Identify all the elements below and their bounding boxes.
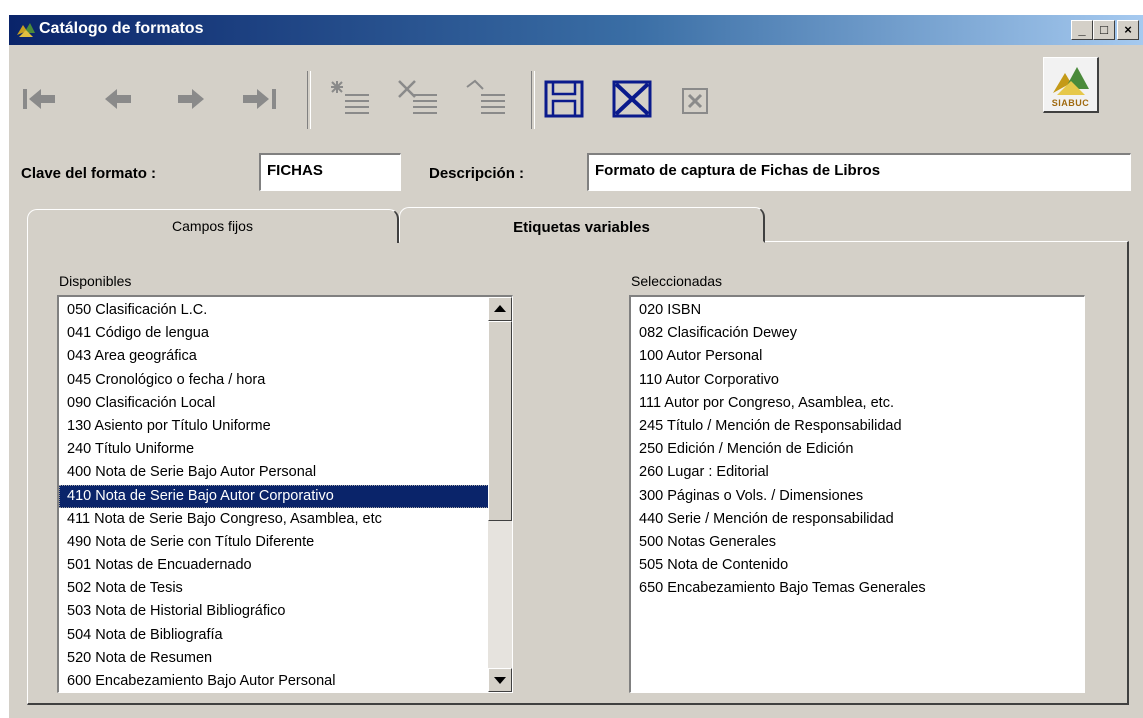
list-item[interactable]: 110 Autor Corporativo <box>631 369 1081 392</box>
list-item[interactable]: 260 Lugar : Editorial <box>631 461 1081 484</box>
logo-text: SIABUC <box>1051 98 1090 108</box>
list-item[interactable]: 490 Nota de Serie con Título Diferente <box>59 531 489 554</box>
minimize-icon: _ <box>1078 22 1086 37</box>
previous-record-icon <box>105 89 131 109</box>
minimize-button[interactable]: _ <box>1071 20 1093 40</box>
list-item[interactable]: 041 Código de lengua <box>59 322 489 345</box>
close-form-button[interactable] <box>681 87 709 115</box>
maximize-button[interactable]: □ <box>1093 20 1115 40</box>
edit-record-icon <box>466 79 505 114</box>
seleccionadas-items: 020 ISBN 082 Clasificación Dewey 100 Autor… <box>631 299 1081 600</box>
close-form-icon <box>682 88 708 114</box>
descripcion-field[interactable]: Formato de captura de Fichas de Libros <box>587 153 1131 191</box>
list-item[interactable]: 245 Título / Mención de Responsabilidad <box>631 415 1081 438</box>
list-item[interactable]: 130 Asiento por Título Uniforme <box>59 415 489 438</box>
list-item[interactable]: 502 Nota de Tesis <box>59 577 489 600</box>
list-item[interactable]: 250 Edición / Mención de Edición <box>631 438 1081 461</box>
scroll-up-button[interactable] <box>488 297 512 321</box>
list-item[interactable]: 440 Serie / Mención de responsabilidad <box>631 508 1081 531</box>
list-item[interactable]: 400 Nota de Serie Bajo Autor Personal <box>59 461 489 484</box>
disponibles-list[interactable]: 050 Clasificación L.C. 041 Código de leng… <box>57 295 513 693</box>
catalogo-formatos-window: Catálogo de formatos _ □ × SIABUC Clave … <box>8 14 1143 718</box>
toolbar-separator-1 <box>307 71 311 129</box>
save-button[interactable] <box>543 79 585 119</box>
clave-field[interactable]: FICHAS <box>259 153 401 191</box>
new-record-button[interactable] <box>325 77 375 119</box>
list-item[interactable]: 111 Autor por Congreso, Asamblea, etc. <box>631 392 1081 415</box>
scroll-down-button[interactable] <box>488 668 512 692</box>
arrow-up-icon <box>494 305 506 312</box>
window-title: Catálogo de formatos <box>39 20 204 37</box>
disponibles-items: 050 Clasificación L.C. 041 Código de leng… <box>59 299 489 692</box>
maximize-icon: □ <box>1100 22 1108 37</box>
edit-record-button[interactable] <box>461 77 511 119</box>
list-item[interactable]: 520 Nota de Resumen <box>59 647 489 670</box>
disponibles-scrollbar[interactable] <box>488 297 512 692</box>
next-record-button[interactable] <box>174 83 208 115</box>
list-item[interactable]: 100 Autor Personal <box>631 345 1081 368</box>
close-icon: × <box>1124 22 1132 37</box>
save-icon <box>544 80 584 118</box>
list-item[interactable]: 082 Clasificación Dewey <box>631 322 1081 345</box>
tab-campos-fijos[interactable]: Campos fijos <box>27 209 399 243</box>
list-item[interactable]: 411 Nota de Serie Bajo Congreso, Asamble… <box>59 508 489 531</box>
clave-label: Clave del formato : <box>21 165 157 182</box>
list-item[interactable]: 650 Encabezamiento Bajo Temas Generales <box>631 577 1081 600</box>
seleccionadas-label: Seleccionadas <box>631 273 723 289</box>
delete-record-icon <box>398 80 437 114</box>
seleccionadas-list[interactable]: 020 ISBN 082 Clasificación Dewey 100 Autor… <box>629 295 1085 693</box>
list-item[interactable]: 240 Título Uniforme <box>59 438 489 461</box>
cancel-button[interactable] <box>611 79 653 119</box>
toolbar-separator-2 <box>531 71 535 129</box>
list-item[interactable]: 410 Nota de Serie Bajo Autor Corporativo <box>59 484 489 508</box>
scroll-thumb[interactable] <box>488 321 512 521</box>
list-item[interactable]: 020 ISBN <box>631 299 1081 322</box>
title-bar[interactable]: Catálogo de formatos _ □ × <box>9 15 1143 45</box>
list-item[interactable]: 600 Encabezamiento Bajo Autor Personal <box>59 670 489 692</box>
tab-etiquetas-variables[interactable]: Etiquetas variables <box>399 207 765 243</box>
list-item[interactable]: 300 Páginas o Vols. / Dimensiones <box>631 485 1081 508</box>
app-icon <box>17 23 35 37</box>
list-item[interactable]: 500 Notas Generales <box>631 531 1081 554</box>
first-record-button[interactable] <box>19 83 59 115</box>
last-record-icon <box>243 89 276 109</box>
list-item[interactable]: 503 Nota de Historial Bibliográfico <box>59 600 489 623</box>
list-item[interactable]: 504 Nota de Bibliografía <box>59 624 489 647</box>
close-button[interactable]: × <box>1117 20 1139 40</box>
last-record-button[interactable] <box>239 83 283 115</box>
list-item[interactable]: 043 Area geográfica <box>59 345 489 368</box>
siabuc-logo: SIABUC <box>1043 57 1099 113</box>
next-record-icon <box>178 89 204 109</box>
disponibles-label: Disponibles <box>59 273 132 289</box>
list-item[interactable]: 045 Cronológico o fecha / hora <box>59 369 489 392</box>
descripcion-label: Descripción : <box>429 165 525 182</box>
new-record-icon <box>331 81 369 114</box>
first-record-icon <box>23 89 55 109</box>
arrow-down-icon <box>494 677 506 684</box>
previous-record-button[interactable] <box>101 83 135 115</box>
list-item[interactable]: 050 Clasificación L.C. <box>59 299 489 322</box>
delete-record-button[interactable] <box>393 77 443 119</box>
siabuc-logo-icon <box>1053 67 1089 95</box>
cancel-icon <box>612 80 652 118</box>
list-item[interactable]: 501 Notas de Encuadernado <box>59 554 489 577</box>
list-item[interactable]: 090 Clasificación Local <box>59 392 489 415</box>
list-item[interactable]: 505 Nota de Contenido <box>631 554 1081 577</box>
